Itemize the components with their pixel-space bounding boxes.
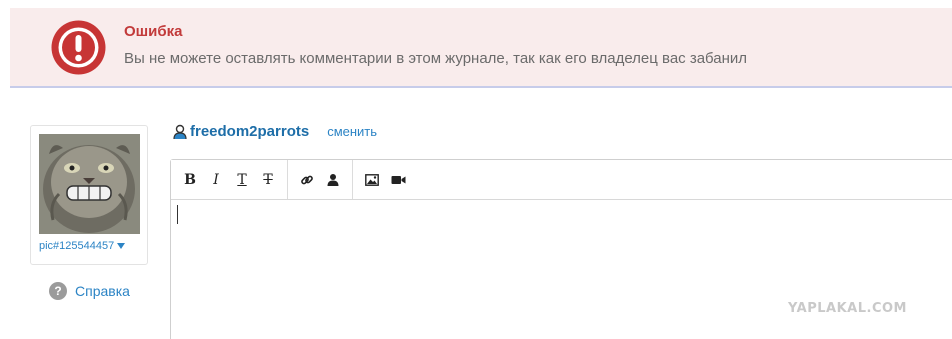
- bold-button[interactable]: B: [177, 167, 203, 193]
- insert-group: [288, 160, 353, 199]
- strikethrough-button[interactable]: T: [255, 167, 281, 193]
- exclamation-icon: [51, 20, 106, 75]
- error-title: Ошибка: [124, 23, 183, 40]
- image-button[interactable]: [359, 167, 385, 193]
- author-line: freedom2parrots сменить: [172, 123, 377, 140]
- user-icon: [173, 124, 187, 139]
- help-label: Справка: [75, 283, 130, 299]
- video-camera-icon: [391, 175, 405, 184]
- editor-toolbar: B I T T: [171, 160, 952, 200]
- watermark-logo: YAPLAKAL.COM: [788, 301, 907, 316]
- user-mention-button[interactable]: [320, 167, 346, 193]
- format-group: B I T T: [171, 160, 288, 199]
- help-icon: ?: [49, 282, 67, 300]
- username-link[interactable]: freedom2parrots: [190, 123, 309, 140]
- userpic-label: pic#125544457: [39, 240, 115, 252]
- avatar[interactable]: [39, 134, 140, 234]
- video-button[interactable]: [385, 167, 411, 193]
- chevron-down-icon: [117, 243, 126, 250]
- userpic-select[interactable]: pic#125544457: [39, 240, 126, 252]
- error-message: Вы не можете оставлять комментарии в это…: [124, 50, 748, 67]
- underline-button[interactable]: T: [229, 167, 255, 193]
- link-button[interactable]: [294, 167, 320, 193]
- italic-button[interactable]: I: [203, 167, 229, 193]
- text-cursor: [177, 205, 178, 224]
- comment-textarea[interactable]: [171, 200, 952, 339]
- link-icon: [301, 175, 313, 184]
- error-banner: Ошибка Вы не можете оставлять комментари…: [10, 8, 952, 88]
- change-user-link[interactable]: сменить: [327, 124, 377, 139]
- help-link[interactable]: ? Справка: [49, 282, 130, 300]
- image-icon: [365, 173, 379, 186]
- media-group: [353, 160, 417, 199]
- user-silhouette-icon: [327, 173, 339, 186]
- userpic-card: pic#125544457: [30, 125, 148, 265]
